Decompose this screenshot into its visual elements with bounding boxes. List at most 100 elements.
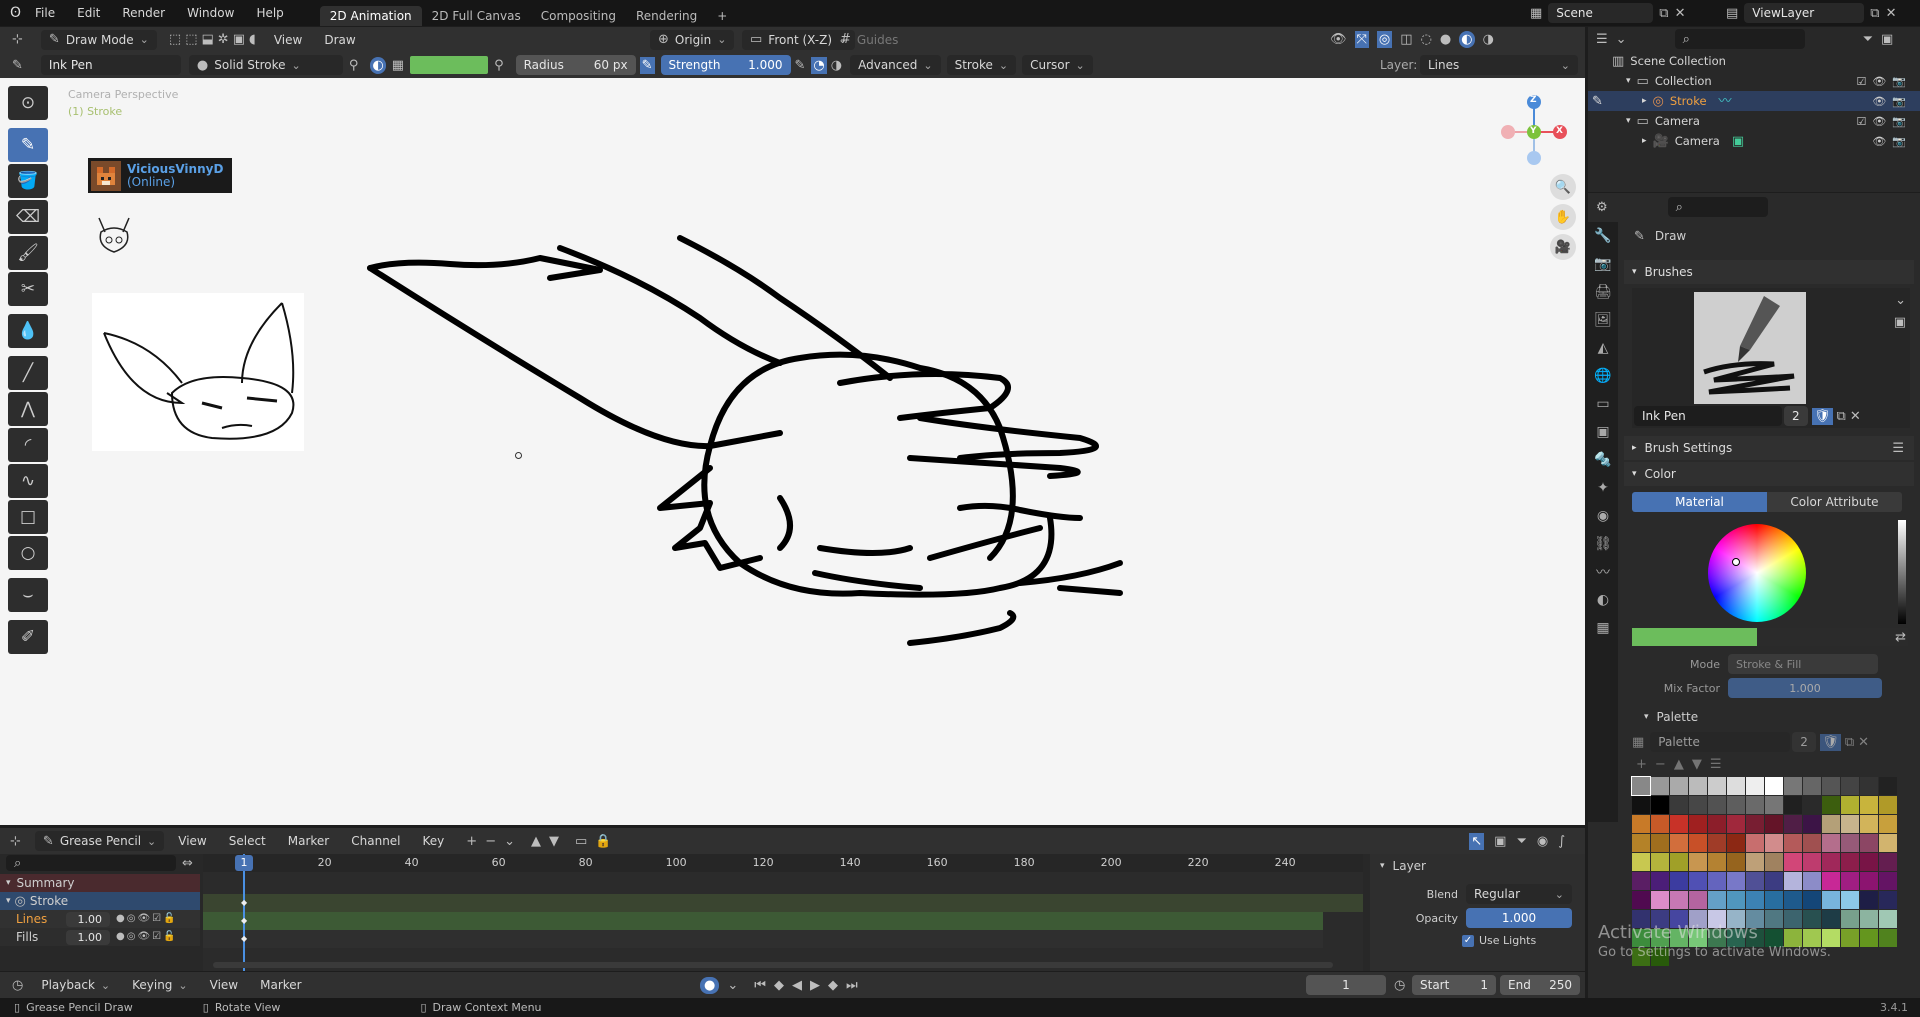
weight-icon[interactable]: ▣ <box>233 33 245 46</box>
brush-list-chevron-icon[interactable]: ⌄ <box>1895 294 1906 307</box>
collection-tab-icon[interactable]: ▭ <box>1588 390 1618 418</box>
palette-swatch[interactable] <box>1632 872 1650 890</box>
brush-image-icon[interactable]: ▣ <box>1894 316 1906 329</box>
palette-swatch[interactable] <box>1651 777 1669 795</box>
origin-dropdown[interactable]: ⊕ Origin <box>650 29 735 50</box>
swap-color-icon[interactable]: ⇄ <box>1895 631 1906 644</box>
palette-swatch[interactable] <box>1651 891 1669 909</box>
texture-tab-icon[interactable]: ▦ <box>1588 614 1618 642</box>
view-layer-field[interactable]: ViewLayer <box>1744 3 1865 23</box>
fake-user-shield-icon[interactable]: 🛡 <box>1812 407 1833 425</box>
curve-tool-icon[interactable]: ∿ <box>8 464 48 498</box>
annotate-tool-icon[interactable]: ✐ <box>8 620 48 654</box>
expand-arrow-icon[interactable]: ▾ <box>1626 116 1631 126</box>
strength-pressure-icon[interactable]: ✎ <box>795 59 806 72</box>
box-tool-icon[interactable]: □ <box>8 500 48 534</box>
checker-icon[interactable]: ▦ <box>392 59 404 72</box>
palette-swatch[interactable] <box>1689 853 1707 871</box>
fills-layer-toggles-icon[interactable]: ●◎👁☑🔓 <box>116 932 178 942</box>
horizontal-scrollbar[interactable] <box>213 962 1333 968</box>
outliner-row-camera-collection[interactable]: ▾ ▭ Camera ☑👁📷 <box>1588 111 1920 131</box>
tool-tab-icon[interactable]: 🔧 <box>1588 222 1618 250</box>
wireframe-icon[interactable]: ◌ <box>1421 33 1432 46</box>
palette-swatch[interactable] <box>1727 853 1745 871</box>
mode-dropdown[interactable]: Stroke & Fill <box>1728 654 1878 674</box>
tint-tool-icon[interactable]: 🖌 <box>8 236 48 270</box>
palette-swatch[interactable] <box>1803 796 1821 814</box>
palette-name-field[interactable]: Palette <box>1650 732 1791 752</box>
tl-menu-keying[interactable]: Keying <box>132 978 188 992</box>
frame-ruler[interactable]: 20 40 60 80 100 120 140 160 180 200 220 240 <box>203 854 1363 872</box>
radius-pressure-icon[interactable]: ✎ <box>639 56 655 74</box>
modifier-tab-icon[interactable]: 🔩 <box>1588 446 1618 474</box>
palette-swatch[interactable] <box>1803 815 1821 833</box>
keyframe-area[interactable]: 20 40 60 80 100 120 140 160 180 200 220 240 1 ◆ ◆ ◆ <box>203 854 1363 971</box>
palette-swatch[interactable] <box>1689 891 1707 909</box>
menu-render[interactable]: Render <box>122 6 165 20</box>
palette-swatch[interactable] <box>1860 929 1878 947</box>
keyframe-diamond-icon[interactable]: ◆ <box>241 934 247 943</box>
palette-swatch[interactable] <box>1822 834 1840 852</box>
palette-swatch[interactable] <box>1784 872 1802 890</box>
palette-swatch[interactable] <box>1670 853 1688 871</box>
brush-color-swatch[interactable] <box>410 56 489 74</box>
color-panel-header[interactable]: ▾ Color <box>1624 462 1914 486</box>
jump-start-icon[interactable]: ⏮ <box>754 979 766 992</box>
value-slider[interactable] <box>1898 520 1906 624</box>
move-down-icon[interactable]: ▼ <box>1692 758 1702 771</box>
ds-menu-view[interactable]: View <box>178 834 206 848</box>
palette-swatch[interactable] <box>1765 815 1783 833</box>
palette-swatch[interactable] <box>1689 815 1707 833</box>
palette-swatch[interactable] <box>1765 834 1783 852</box>
prev-keyframe-icon[interactable]: ◆ <box>774 979 784 992</box>
xray-icon[interactable]: ◫ <box>1400 33 1412 46</box>
palette-swatch[interactable] <box>1651 853 1669 871</box>
add-color-icon[interactable]: + <box>1636 758 1647 771</box>
filter-icon[interactable]: ⏷ <box>1863 33 1873 46</box>
isolate-icon[interactable]: ▭ <box>575 835 587 848</box>
palette-swatch[interactable] <box>1708 891 1726 909</box>
color-wheel-cursor[interactable] <box>1732 558 1740 566</box>
material-tab-icon[interactable]: ◐ <box>1588 586 1618 614</box>
radius-field[interactable]: Radius 60 px <box>515 55 636 75</box>
channel-search-input[interactable]: ⌕ <box>6 855 176 871</box>
palette-swatch[interactable] <box>1708 872 1726 890</box>
palette-swatch[interactable] <box>1670 891 1688 909</box>
palette-swatch[interactable] <box>1841 834 1859 852</box>
fills-opacity[interactable]: 1.00 <box>66 929 110 945</box>
palette-users-count[interactable]: 2 <box>1792 732 1817 752</box>
palette-fake-user-icon[interactable]: 🛡 <box>1820 733 1841 751</box>
palette-swatch[interactable] <box>1803 872 1821 890</box>
color-attribute-tab[interactable]: Color Attribute <box>1767 492 1902 512</box>
stroke-dropdown[interactable]: Stroke <box>946 55 1017 75</box>
palette-swatch[interactable] <box>1765 872 1783 890</box>
ds-menu-channel[interactable]: Channel <box>351 834 400 848</box>
palette-swatch[interactable] <box>1631 776 1651 796</box>
palette-swatch[interactable] <box>1822 853 1840 871</box>
material-preview-icon[interactable]: ◐ <box>1459 31 1475 48</box>
palette-swatch[interactable] <box>1746 891 1764 909</box>
layer-up-icon[interactable]: ▲ <box>531 835 541 848</box>
palette-swatch[interactable] <box>1670 834 1688 852</box>
output-tab-icon[interactable]: 🖨 <box>1588 278 1618 306</box>
expand-arrow-icon[interactable]: ▾ <box>6 878 11 888</box>
palette-swatch[interactable] <box>1841 891 1859 909</box>
collection-visibility-icons[interactable]: ☑👁📷 <box>1856 75 1912 88</box>
palette-swatch[interactable] <box>1879 815 1897 833</box>
strength-field[interactable]: Strength 1.000 <box>660 55 791 75</box>
tl-menu-playback[interactable]: Playback <box>41 978 110 992</box>
blender-logo-icon[interactable]: ʘ <box>10 6 21 20</box>
lines-opacity[interactable]: 1.00 <box>66 911 110 927</box>
ds-menu-key[interactable]: Key <box>423 834 445 848</box>
palette-swatch[interactable] <box>1746 834 1764 852</box>
palette-swatch[interactable] <box>1879 853 1897 871</box>
pan-hand-icon[interactable]: ✋ <box>1550 204 1576 230</box>
palette-swatch[interactable] <box>1670 796 1688 814</box>
palette-swatch[interactable] <box>1689 872 1707 890</box>
preview-range-icon[interactable]: ◷ <box>1394 979 1405 992</box>
palette-swatch[interactable] <box>1651 796 1669 814</box>
draw-tool-icon[interactable]: ✎ <box>8 128 48 162</box>
outliner-search-input[interactable]: ⌕ <box>1674 29 1805 49</box>
palette-swatch[interactable] <box>1784 796 1802 814</box>
outliner-row-collection[interactable]: ▾ ▭ Collection ☑👁📷 <box>1588 71 1920 91</box>
